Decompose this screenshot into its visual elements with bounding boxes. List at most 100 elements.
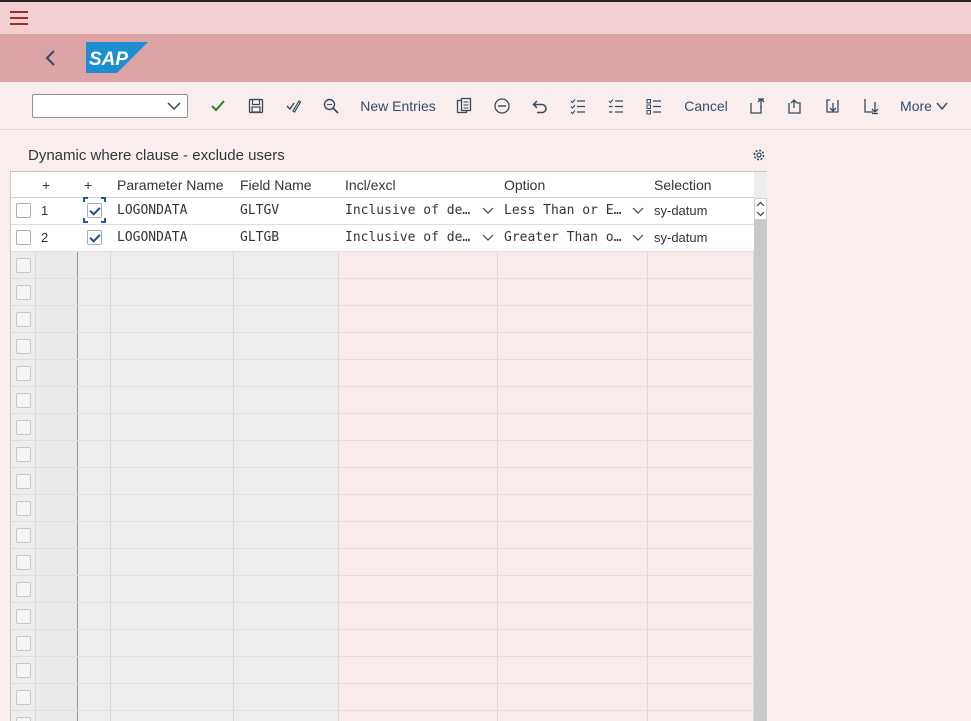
header-field-name[interactable]: Field Name — [240, 177, 312, 193]
empty-table-row — [11, 306, 754, 333]
row-select-checkbox[interactable] — [16, 285, 31, 300]
empty-table-row — [11, 495, 754, 522]
delete-button[interactable] — [491, 94, 513, 118]
row-select-checkbox[interactable] — [16, 582, 31, 597]
undo-button[interactable] — [529, 94, 551, 118]
row-select-checkbox[interactable] — [16, 636, 31, 651]
deselect-all-icon — [608, 99, 623, 113]
next-page-button[interactable] — [822, 94, 844, 118]
command-select[interactable] — [32, 94, 188, 118]
back-button[interactable] — [40, 46, 62, 70]
entries-table: + + Parameter Name Field Name Incl/excl … — [10, 171, 767, 721]
row-select-checkbox[interactable] — [16, 663, 31, 678]
option-dropdown[interactable]: Less Than or E… — [504, 198, 629, 224]
hamburger-menu-icon[interactable] — [10, 11, 28, 25]
row-select-checkbox[interactable] — [16, 474, 31, 489]
table-header: + + Parameter Name Field Name Incl/excl … — [11, 172, 754, 198]
first-page-button[interactable] — [746, 94, 768, 118]
select-block-button[interactable] — [643, 94, 665, 118]
chevron-down-icon[interactable] — [632, 207, 644, 215]
next-page-icon — [826, 99, 839, 113]
empty-table-row — [11, 333, 754, 360]
header-option[interactable]: Option — [504, 177, 545, 193]
top-bar — [0, 0, 971, 34]
row-select-checkbox[interactable] — [16, 609, 31, 624]
deselect-all-button[interactable] — [605, 94, 627, 118]
chevron-down-icon[interactable] — [482, 234, 494, 242]
header-row-plus[interactable]: + — [42, 177, 50, 193]
panel-title: Dynamic where clause - exclude users — [28, 147, 285, 164]
copy-icon — [456, 97, 472, 114]
row-select-checkbox[interactable] — [16, 393, 31, 408]
empty-table-row — [11, 684, 754, 711]
scroll-arrows[interactable] — [754, 198, 767, 220]
find-button[interactable] — [320, 94, 342, 118]
check-syntax-icon — [286, 100, 302, 113]
row-select-checkbox[interactable] — [16, 420, 31, 435]
row-active-checkbox[interactable] — [87, 230, 102, 245]
select-all-button[interactable] — [567, 94, 589, 118]
row-select-checkbox[interactable] — [16, 366, 31, 381]
empty-table-row — [11, 279, 754, 306]
empty-table-row — [11, 603, 754, 630]
empty-table-row — [11, 252, 754, 279]
save-button[interactable] — [245, 94, 267, 118]
select-all-icon — [570, 99, 585, 115]
row-select-checkbox[interactable] — [16, 203, 31, 218]
chevron-down-icon — [936, 102, 948, 111]
sap-logo-text: SAP — [89, 49, 128, 70]
new-entries-label: New Entries — [360, 98, 436, 114]
row-select-checkbox[interactable] — [16, 230, 31, 245]
row-select-checkbox[interactable] — [16, 447, 31, 462]
cancel-button[interactable]: Cancel — [683, 94, 729, 118]
field-name-cell[interactable]: GLTGV — [240, 198, 336, 224]
copy-button[interactable] — [453, 94, 475, 118]
empty-table-row — [11, 387, 754, 414]
empty-table-row — [11, 549, 754, 576]
empty-table-row — [11, 441, 754, 468]
chevron-down-icon — [167, 102, 181, 111]
parameter-name-cell[interactable]: LOGONDATA — [117, 198, 232, 224]
incl-excl-dropdown[interactable]: Inclusive of de… — [345, 198, 477, 224]
header-selection[interactable]: Selection — [654, 177, 712, 193]
row-select-checkbox[interactable] — [16, 528, 31, 543]
save-icon — [248, 98, 264, 114]
row-select-checkbox[interactable] — [16, 690, 31, 705]
row-select-checkbox[interactable] — [16, 339, 31, 354]
more-button[interactable]: More — [898, 94, 950, 118]
focus-indicator — [83, 197, 106, 223]
parameter-name-cell[interactable]: LOGONDATA — [117, 225, 232, 251]
confirm-button[interactable] — [207, 94, 229, 118]
chevron-down-icon[interactable] — [632, 234, 644, 242]
empty-table-row — [11, 360, 754, 387]
row-select-checkbox[interactable] — [16, 501, 31, 516]
header-incl-excl[interactable]: Incl/excl — [345, 177, 396, 193]
empty-table-row — [11, 522, 754, 549]
scroll-up-down-icon[interactable] — [755, 199, 766, 219]
selection-cell[interactable]: sy-datum — [654, 225, 749, 251]
header-sel-plus[interactable]: + — [84, 177, 92, 193]
empty-table-row — [11, 576, 754, 603]
row-select-checkbox[interactable] — [16, 258, 31, 273]
row-select-checkbox[interactable] — [16, 717, 31, 721]
row-select-checkbox[interactable] — [16, 312, 31, 327]
empty-table-row — [11, 657, 754, 684]
cancel-label: Cancel — [684, 98, 728, 114]
previous-page-button[interactable] — [784, 94, 806, 118]
vertical-scrollbar[interactable] — [754, 198, 767, 721]
row-select-checkbox[interactable] — [16, 555, 31, 570]
gear-icon[interactable] — [752, 148, 766, 162]
option-dropdown[interactable]: Greater Than o… — [504, 225, 629, 251]
check-button[interactable] — [282, 94, 304, 118]
last-page-icon — [864, 99, 879, 115]
header-parameter-name[interactable]: Parameter Name — [117, 177, 224, 193]
last-page-button[interactable] — [860, 94, 882, 118]
chevron-left-icon — [45, 50, 55, 66]
selection-cell[interactable]: sy-datum — [654, 198, 749, 224]
incl-excl-dropdown[interactable]: Inclusive of de… — [345, 225, 477, 251]
delete-icon — [494, 98, 510, 114]
field-name-cell[interactable]: GLTGB — [240, 225, 336, 251]
row-number: 1 — [41, 203, 49, 218]
chevron-down-icon[interactable] — [482, 207, 494, 215]
new-entries-button[interactable]: New Entries — [360, 94, 436, 118]
